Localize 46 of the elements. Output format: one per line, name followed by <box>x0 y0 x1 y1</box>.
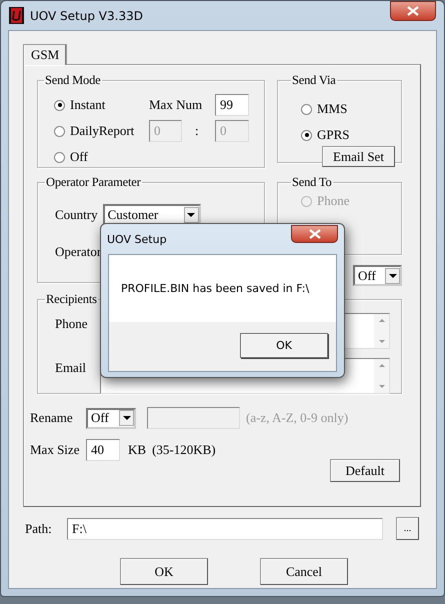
max-size-field[interactable]: 40 <box>86 439 120 461</box>
time-separator: : <box>195 123 199 139</box>
country-dropdown[interactable]: Customer <box>102 204 201 225</box>
window-title: UOV Setup V3.33D <box>30 8 143 22</box>
app-logo-icon <box>9 7 24 24</box>
dialog-title: UOV Setup <box>107 232 167 246</box>
send-to-dropdown[interactable]: Off <box>353 265 402 286</box>
close-button[interactable] <box>291 225 338 243</box>
group-title: Send Via <box>291 73 337 88</box>
default-button[interactable]: Default <box>330 459 400 482</box>
message-text: PROFILE.BIN has been saved in F:\ <box>121 282 310 295</box>
max-size-label: Max Size <box>30 442 80 458</box>
browse-button[interactable]: ... <box>396 517 419 540</box>
scrollbar[interactable] <box>374 359 389 393</box>
radio-button[interactable]: Instant <box>54 92 149 118</box>
email-label: Email <box>55 360 88 376</box>
max-num-label: Max Num <box>149 97 204 113</box>
ok-button[interactable]: OK <box>240 333 328 358</box>
close-button[interactable] <box>390 1 436 21</box>
country-label: Country <box>55 206 98 222</box>
close-icon <box>407 6 419 16</box>
path-field[interactable]: F:\ <box>67 518 383 540</box>
rename-label: Rename <box>30 410 74 426</box>
operator-label: Operator <box>55 244 102 260</box>
group-title: Recipients <box>45 292 98 307</box>
radio-button[interactable]: GPRS <box>301 122 401 148</box>
unit-label: KB <box>128 442 146 458</box>
input-field[interactable] <box>147 407 240 429</box>
cancel-button[interactable]: Cancel <box>260 558 348 585</box>
group-title: Send To <box>291 175 333 190</box>
group-title: Operator Parameter <box>45 175 142 190</box>
group-title: Send Mode <box>44 73 102 88</box>
radio-button[interactable]: DailyReport <box>54 118 149 144</box>
radio-button[interactable]: Off <box>54 144 149 170</box>
range-label: (35-120KB) <box>152 442 216 458</box>
hint-text: (a-z, A-Z, 0-9 only) <box>246 410 348 426</box>
tab[interactable]: GSM <box>23 44 68 65</box>
radio-button[interactable]: MMS <box>301 96 401 122</box>
ok-button[interactable]: OK <box>120 558 208 585</box>
max-num-field[interactable]: 99 <box>215 94 249 116</box>
path-label: Path: <box>25 520 53 536</box>
rename-dropdown[interactable]: Off <box>86 408 136 428</box>
phone-label: Phone <box>55 316 88 332</box>
email-set-button[interactable]: Email Set <box>322 146 395 167</box>
scrollbar[interactable] <box>374 314 389 348</box>
close-icon <box>308 229 320 239</box>
